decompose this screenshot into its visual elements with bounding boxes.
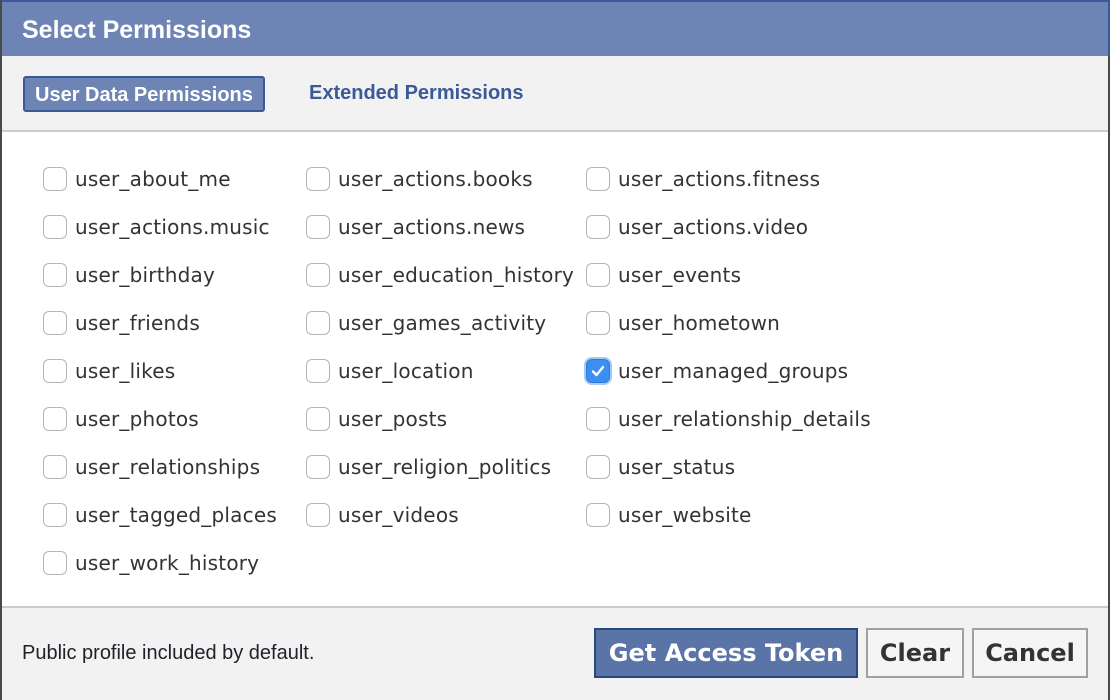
permission-label: user_actions.news: [338, 215, 526, 239]
checkbox-checked[interactable]: [586, 359, 610, 383]
permission-item[interactable]: user_games_activity: [306, 308, 546, 338]
permission-item[interactable]: user_about_me: [43, 164, 231, 194]
permission-label: user_events: [618, 263, 742, 287]
checkbox[interactable]: [43, 263, 67, 287]
permission-item[interactable]: user_likes: [43, 356, 175, 386]
checkbox[interactable]: [306, 311, 330, 335]
checkbox[interactable]: [43, 311, 67, 335]
checkbox[interactable]: [43, 215, 67, 239]
permission-label: user_likes: [75, 359, 176, 383]
checkbox[interactable]: [43, 455, 67, 479]
checkbox[interactable]: [586, 407, 610, 431]
permission-label: user_managed_groups: [618, 359, 849, 383]
checkbox[interactable]: [43, 407, 67, 431]
permission-tabs: User Data Permissions Extended Permissio…: [2, 56, 1108, 132]
checkbox[interactable]: [306, 263, 330, 287]
permission-label: user_location: [338, 359, 474, 383]
checkbox[interactable]: [586, 455, 610, 479]
permission-label: user_tagged_places: [75, 503, 277, 527]
permission-item[interactable]: user_tagged_places: [43, 500, 277, 530]
clear-button[interactable]: Clear: [866, 628, 964, 678]
permission-item[interactable]: user_birthday: [43, 260, 215, 290]
permission-item[interactable]: user_religion_politics: [306, 452, 551, 482]
permission-label: user_actions.video: [618, 215, 809, 239]
permission-label: user_birthday: [75, 263, 216, 287]
checkbox[interactable]: [586, 503, 610, 527]
permission-label: user_games_activity: [338, 311, 547, 335]
permission-label: user_work_history: [75, 551, 260, 575]
permission-label: user_religion_politics: [338, 455, 552, 479]
checkbox[interactable]: [43, 167, 67, 191]
permission-label: user_status: [618, 455, 736, 479]
get-access-token-button[interactable]: Get Access Token: [594, 628, 858, 678]
permission-label: user_actions.fitness: [618, 167, 821, 191]
public-profile-note: Public profile included by default.: [22, 642, 315, 664]
permission-item[interactable]: user_work_history: [43, 548, 259, 578]
permission-item[interactable]: user_videos: [306, 500, 459, 530]
cancel-button[interactable]: Cancel: [972, 628, 1088, 678]
permission-label: user_videos: [338, 503, 459, 527]
checkmark-icon: [591, 365, 605, 377]
permission-item[interactable]: user_managed_groups: [586, 356, 848, 386]
permission-item[interactable]: user_status: [586, 452, 735, 482]
checkbox[interactable]: [306, 167, 330, 191]
permissions-grid: user_about_me user_actions.music user_birt…: [2, 132, 1108, 606]
permission-label: user_posts: [338, 407, 448, 431]
checkbox[interactable]: [306, 359, 330, 383]
checkbox[interactable]: [43, 359, 67, 383]
permission-label: user_about_me: [75, 167, 231, 191]
permission-label: user_education_history: [338, 263, 575, 287]
permission-item[interactable]: user_education_history: [306, 260, 574, 290]
permission-label: user_actions.music: [75, 215, 270, 239]
permission-label: user_hometown: [618, 311, 781, 335]
permission-item[interactable]: user_location: [306, 356, 474, 386]
checkbox[interactable]: [306, 215, 330, 239]
checkbox[interactable]: [43, 503, 67, 527]
permission-item[interactable]: user_actions.news: [306, 212, 525, 242]
permission-item[interactable]: user_relationship_details: [586, 404, 871, 434]
permission-label: user_photos: [75, 407, 199, 431]
checkbox[interactable]: [306, 407, 330, 431]
permission-item[interactable]: user_actions.music: [43, 212, 270, 242]
checkbox[interactable]: [306, 455, 330, 479]
permission-item[interactable]: user_hometown: [586, 308, 780, 338]
dialog-titlebar: Select Permissions: [2, 0, 1110, 56]
checkbox[interactable]: [586, 167, 610, 191]
checkbox[interactable]: [586, 215, 610, 239]
checkbox[interactable]: [586, 263, 610, 287]
permission-item[interactable]: user_actions.fitness: [586, 164, 820, 194]
permission-item[interactable]: user_posts: [306, 404, 447, 434]
permission-item[interactable]: user_actions.video: [586, 212, 808, 242]
dialog-footer: Public profile included by default. Get …: [2, 606, 1108, 700]
permission-label: user_actions.books: [338, 167, 533, 191]
permission-label: user_relationships: [75, 455, 261, 479]
dialog-title: Select Permissions: [22, 16, 252, 44]
tab-user-data-permissions[interactable]: User Data Permissions: [23, 76, 265, 112]
checkbox[interactable]: [306, 503, 330, 527]
permission-item[interactable]: user_photos: [43, 404, 199, 434]
permission-label: user_friends: [75, 311, 200, 335]
checkbox[interactable]: [586, 311, 610, 335]
permission-item[interactable]: user_relationships: [43, 452, 260, 482]
select-permissions-dialog: Select Permissions User Data Permissions…: [0, 0, 1110, 700]
permission-label: user_relationship_details: [618, 407, 871, 431]
tab-extended-permissions[interactable]: Extended Permissions: [299, 76, 534, 112]
permission-item[interactable]: user_website: [586, 500, 752, 530]
permission-item[interactable]: user_actions.books: [306, 164, 533, 194]
checkbox[interactable]: [43, 551, 67, 575]
permission-item[interactable]: user_friends: [43, 308, 200, 338]
permission-label: user_website: [618, 503, 752, 527]
permission-item[interactable]: user_events: [586, 260, 741, 290]
